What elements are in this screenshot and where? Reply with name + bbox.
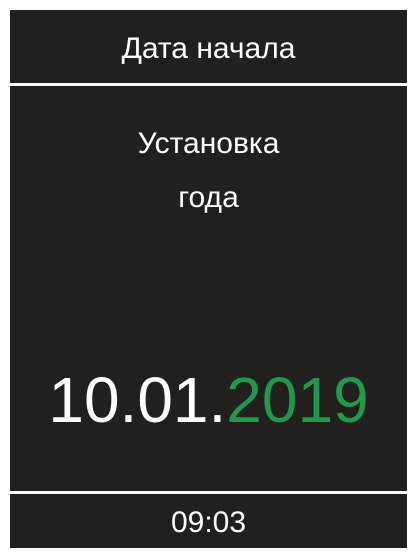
- prompt-line-field: года: [178, 181, 239, 214]
- screen-title: Дата начала: [121, 32, 296, 65]
- date-day-month: 10.01.: [48, 364, 227, 436]
- header-divider: [10, 83, 407, 86]
- date-year-field[interactable]: 2019: [226, 364, 368, 436]
- footer-divider: [10, 491, 407, 494]
- clock-time: 09:03: [170, 506, 247, 539]
- device-screen: Дата начала Установка года 10.01.2019 09…: [10, 10, 407, 548]
- date-display: 10.01.2019: [10, 364, 407, 436]
- prompt-line-setting: Установка: [137, 127, 280, 160]
